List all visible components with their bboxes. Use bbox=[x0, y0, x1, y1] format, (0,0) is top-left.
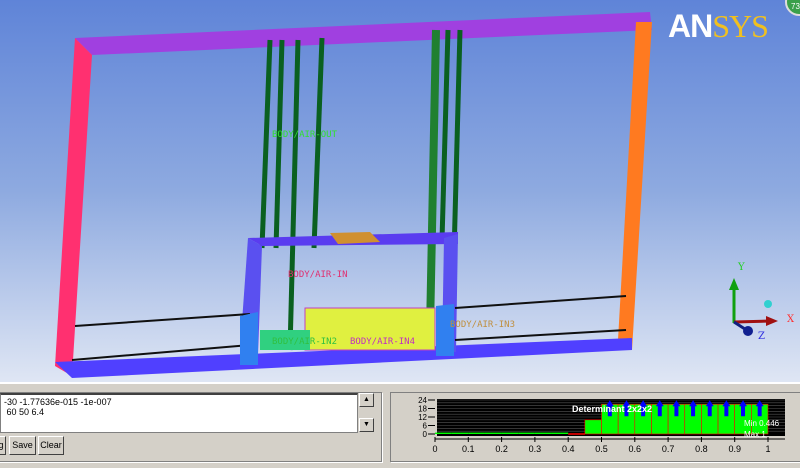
bottom-panel: -30 -1.77636e-015 -1e-007 60 50 6.4 ▲ ▼ … bbox=[0, 382, 800, 466]
y-tick-label: 18 bbox=[418, 405, 427, 414]
x-tick-label: 0.7 bbox=[662, 444, 675, 454]
x-tick-label: 0.6 bbox=[629, 444, 642, 454]
histogram-bar bbox=[584, 419, 602, 435]
axis-triad[interactable]: Y X Z bbox=[0, 0, 800, 382]
x-tick-label: 0.9 bbox=[728, 444, 741, 454]
triad-sphere bbox=[764, 300, 772, 308]
histogram-title: Determinant 2x2x2 bbox=[572, 404, 652, 414]
graphics-viewport[interactable]: BODY/AIR-OUT BODY/AIR-IN BODY/AIR-IN2 BO… bbox=[0, 0, 800, 382]
console-line: 60 50 6.4 bbox=[4, 407, 45, 417]
x-tick-label: 0.1 bbox=[462, 444, 475, 454]
console-line: -30 -1.77636e-015 -1e-007 bbox=[4, 397, 112, 407]
histogram-bar bbox=[551, 432, 569, 434]
x-tick-label: 0.4 bbox=[562, 444, 575, 454]
partial-button[interactable]: g bbox=[0, 436, 6, 455]
quality-histogram[interactable]: 061218240 0.1 0.2 0.3 0.4 0.5 0.6 0.7 0.8 0.9 1Det… bbox=[400, 384, 800, 468]
y-tick-label: 24 bbox=[418, 396, 427, 405]
x-tick-label: 0 bbox=[432, 444, 437, 454]
min-label: Min 0.446 bbox=[744, 419, 780, 428]
histogram-bar bbox=[518, 432, 535, 434]
histogram-bar bbox=[451, 432, 469, 434]
console-output[interactable]: -30 -1.77636e-015 -1e-007 60 50 6.4 bbox=[0, 393, 358, 433]
triad-z-label: Z bbox=[758, 331, 765, 342]
histogram-bar bbox=[501, 432, 519, 434]
x-tick-label: 0.8 bbox=[695, 444, 708, 454]
save-button[interactable]: Save bbox=[9, 436, 36, 455]
x-tick-label: 1 bbox=[765, 444, 770, 454]
histogram-bar bbox=[484, 432, 502, 434]
histogram-bar bbox=[435, 432, 452, 434]
histogram-bar bbox=[468, 432, 485, 434]
y-tick-label: 6 bbox=[423, 422, 428, 431]
max-label: Max 1 bbox=[744, 430, 766, 439]
x-tick-label: 0.2 bbox=[495, 444, 508, 454]
x-tick-label: 0.5 bbox=[595, 444, 608, 454]
x-tick-label: 0.3 bbox=[529, 444, 542, 454]
y-tick-label: 0 bbox=[423, 430, 428, 439]
x-axis-arrow bbox=[733, 319, 771, 324]
scroll-up-button[interactable]: ▲ bbox=[359, 393, 374, 407]
scroll-down-button[interactable]: ▼ bbox=[359, 418, 374, 432]
y-tick-label: 12 bbox=[418, 413, 427, 422]
triad-x-label: X bbox=[787, 314, 795, 325]
histogram-bar bbox=[534, 432, 552, 434]
clear-button[interactable]: Clear bbox=[38, 436, 64, 455]
triad-y-label: Y bbox=[737, 262, 745, 273]
